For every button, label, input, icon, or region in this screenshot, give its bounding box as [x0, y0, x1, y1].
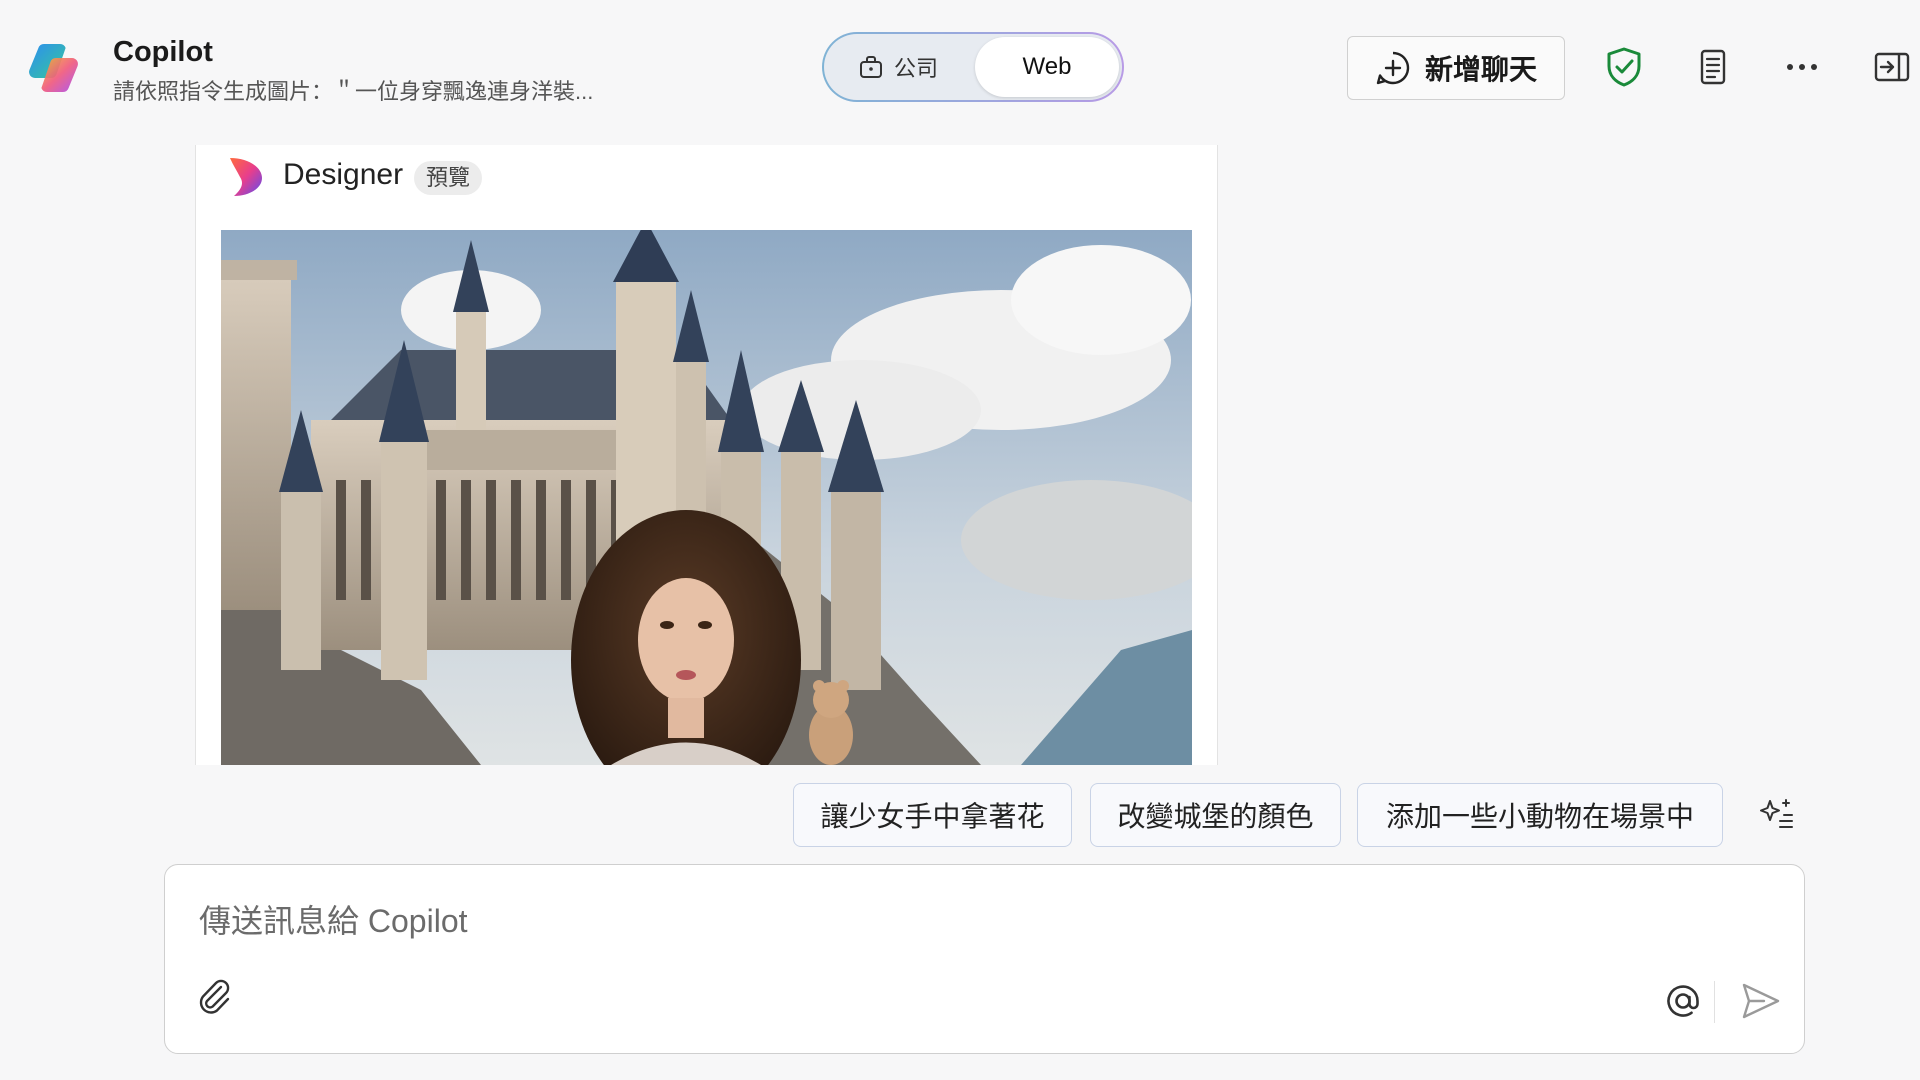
mention-icon[interactable]: [1659, 977, 1707, 1025]
new-chat-label: 新增聊天: [1424, 54, 1537, 85]
generated-image[interactable]: [221, 230, 1192, 765]
send-icon[interactable]: [1736, 977, 1784, 1025]
message-composer: [164, 864, 1805, 1054]
suggestion-chip[interactable]: 讓少女手中拿著花: [793, 783, 1072, 847]
sidebar-toggle-icon[interactable]: [1869, 44, 1915, 90]
more-icon[interactable]: [1779, 44, 1825, 90]
briefcase-icon: [860, 56, 882, 78]
new-chat-button[interactable]: 新增聊天: [1347, 36, 1565, 100]
mode-toggle-track: 公司 Web: [824, 34, 1122, 100]
paperclip-icon[interactable]: [195, 977, 235, 1017]
plus-circle-icon: [1376, 51, 1410, 85]
mode-toggle[interactable]: 公司 Web: [822, 32, 1124, 102]
preview-badge: 預覽: [414, 161, 483, 195]
header-bar: Copilot 請依照指令生成圖片：＂一位身穿飄逸連身洋裝... 公司 Web …: [0, 0, 1920, 140]
app-title: Copilot: [113, 36, 213, 68]
message-input[interactable]: [197, 895, 1601, 947]
sparkle-suggestions-icon[interactable]: [1753, 792, 1799, 838]
suggestion-chip[interactable]: 添加一些小動物在場景中: [1357, 783, 1723, 847]
notebook-icon[interactable]: [1690, 44, 1736, 90]
copilot-logo-icon[interactable]: [26, 38, 86, 98]
mode-work-option[interactable]: 公司: [858, 34, 938, 100]
designer-name: Designer: [283, 158, 404, 191]
designer-logo-icon: [226, 155, 266, 199]
designer-card: Designer 預覽: [195, 145, 1218, 765]
suggestion-chip[interactable]: 改變城堡的顏色: [1090, 783, 1341, 847]
shield-check-icon[interactable]: [1601, 44, 1647, 90]
chat-subtitle: 請依照指令生成圖片：＂一位身穿飄逸連身洋裝...: [113, 79, 594, 104]
mode-web-option[interactable]: Web: [975, 37, 1119, 97]
mode-work-label: 公司: [894, 56, 939, 81]
composer-divider: [1714, 981, 1715, 1023]
